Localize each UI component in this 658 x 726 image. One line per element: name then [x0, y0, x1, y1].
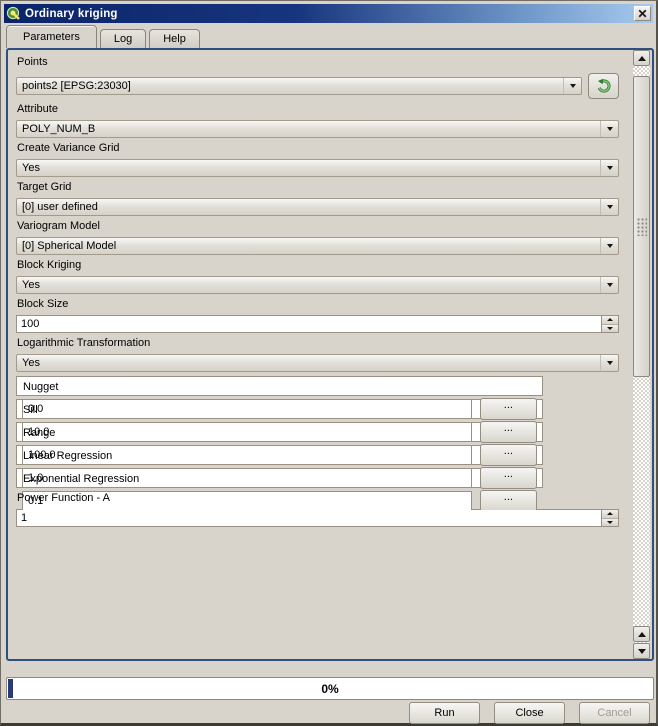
create-variance-grid-value: Yes	[17, 162, 600, 174]
target-grid-value: [0] user defined	[17, 201, 600, 213]
progress-bar: 0%	[6, 677, 654, 700]
spin-down-button[interactable]	[602, 518, 618, 527]
field-row-target-grid: Target Grid [0] user defined	[16, 181, 619, 216]
vertical-scrollbar	[633, 50, 650, 659]
spin-up-button[interactable]	[602, 510, 618, 518]
spin-down-button[interactable]	[602, 324, 618, 333]
ellipsis-icon: ...	[504, 468, 513, 481]
ordinary-kriging-dialog: Ordinary kriging Parameters Log Help Poi…	[0, 0, 658, 726]
create-variance-grid-label: Create Variance Grid	[17, 142, 619, 155]
points-combo-value: points2 [EPSG:23030]	[17, 80, 563, 92]
field-row-variogram-model: Variogram Model [0] Spherical Model	[16, 220, 619, 255]
linear-regression-expression-button[interactable]: ...	[480, 467, 537, 489]
create-variance-grid-combo[interactable]: Yes	[16, 159, 619, 177]
chevron-down-icon	[600, 277, 618, 293]
variogram-model-combo[interactable]: [0] Spherical Model	[16, 237, 619, 255]
field-row-logarithmic-transformation: Logarithmic Transformation Yes	[16, 337, 619, 372]
scroll-up-button[interactable]	[633, 50, 650, 66]
spin-up-button[interactable]	[602, 316, 618, 324]
exponential-regression-expression-button[interactable]: ...	[480, 490, 537, 512]
close-button[interactable]: Close	[494, 702, 565, 724]
logarithmic-transformation-combo[interactable]: Yes	[16, 354, 619, 372]
field-row-block-size: Block Size	[16, 298, 619, 333]
dialog-button-row: Run Close Cancel	[409, 702, 650, 724]
attribute-label: Attribute	[17, 103, 619, 116]
run-button[interactable]: Run	[409, 702, 480, 724]
iterate-layer-button[interactable]	[588, 73, 619, 99]
progress-percent-label: 0%	[7, 678, 653, 699]
chevron-down-icon	[600, 199, 618, 215]
ellipsis-icon: ...	[504, 491, 513, 504]
target-grid-combo[interactable]: [0] user defined	[16, 198, 619, 216]
nugget-input[interactable]	[22, 399, 472, 419]
variogram-model-label: Variogram Model	[17, 220, 619, 233]
window-title: Ordinary kriging	[25, 8, 118, 20]
range-expression-button[interactable]: ...	[480, 444, 537, 466]
refresh-icon	[596, 78, 612, 94]
chevron-down-icon	[600, 355, 618, 371]
points-label: Points	[17, 56, 619, 69]
tab-parameters-label: Parameters	[23, 31, 80, 43]
parameters-form: Points points2 [EPSG:23030]	[8, 50, 630, 659]
block-kriging-label: Block Kriging	[17, 259, 619, 272]
chevron-down-icon	[600, 160, 618, 176]
qgis-app-icon	[6, 6, 21, 21]
scrollbar-thumb[interactable]	[633, 76, 650, 377]
block-kriging-combo[interactable]: Yes	[16, 276, 619, 294]
power-function-a-spinbox	[16, 509, 619, 527]
attribute-combo-value: POLY_NUM_B	[17, 123, 600, 135]
ellipsis-icon: ...	[504, 422, 513, 435]
ellipsis-icon: ...	[504, 399, 513, 412]
sill-expression-button[interactable]: ...	[480, 421, 537, 443]
scroll-up-button-bottom[interactable]	[633, 626, 650, 642]
tab-parameters[interactable]: Parameters	[6, 25, 97, 48]
block-size-label: Block Size	[17, 298, 619, 311]
field-row-create-variance-grid: Create Variance Grid Yes	[16, 142, 619, 177]
logarithmic-transformation-label: Logarithmic Transformation	[17, 337, 619, 350]
chevron-down-icon	[600, 121, 618, 137]
scroll-down-button[interactable]	[633, 643, 650, 659]
tab-log-label: Log	[114, 33, 132, 45]
cancel-button-label: Cancel	[597, 707, 631, 719]
block-size-input[interactable]	[17, 316, 601, 332]
attribute-combo[interactable]: POLY_NUM_B	[16, 120, 619, 138]
nugget-label: Nugget	[23, 381, 537, 394]
sill-input[interactable]	[22, 422, 472, 442]
ellipsis-icon: ...	[504, 445, 513, 458]
scrollbar-grip-icon	[637, 218, 647, 236]
target-grid-label: Target Grid	[17, 181, 619, 194]
tab-help-label: Help	[163, 33, 186, 45]
field-row-attribute: Attribute POLY_NUM_B	[16, 103, 619, 138]
field-row-block-kriging: Block Kriging Yes	[16, 259, 619, 294]
close-window-button[interactable]	[634, 6, 651, 21]
field-row-points: Points points2 [EPSG:23030]	[16, 56, 619, 99]
chevron-down-icon	[563, 78, 581, 94]
parameters-panel: Points points2 [EPSG:23030]	[6, 48, 654, 661]
tab-help[interactable]: Help	[149, 29, 200, 48]
block-kriging-value: Yes	[17, 279, 600, 291]
title-bar: Ordinary kriging	[4, 4, 653, 23]
block-size-spinbox	[16, 315, 619, 333]
variogram-model-value: [0] Spherical Model	[17, 240, 600, 252]
tab-bar: Parameters Log Help	[6, 25, 200, 48]
cancel-button[interactable]: Cancel	[579, 702, 650, 724]
nugget-expression-button[interactable]: ...	[480, 398, 537, 420]
block-size-spin-buttons	[601, 316, 618, 332]
run-button-label: Run	[434, 707, 454, 719]
points-combo[interactable]: points2 [EPSG:23030]	[16, 77, 582, 95]
field-row-nugget: Nugget ...	[16, 376, 543, 396]
tab-log[interactable]: Log	[100, 29, 146, 48]
logarithmic-transformation-value: Yes	[17, 357, 600, 369]
power-function-a-input[interactable]	[17, 510, 601, 526]
close-button-label: Close	[515, 707, 543, 719]
chevron-down-icon	[600, 238, 618, 254]
power-function-a-spin-buttons	[601, 510, 618, 526]
